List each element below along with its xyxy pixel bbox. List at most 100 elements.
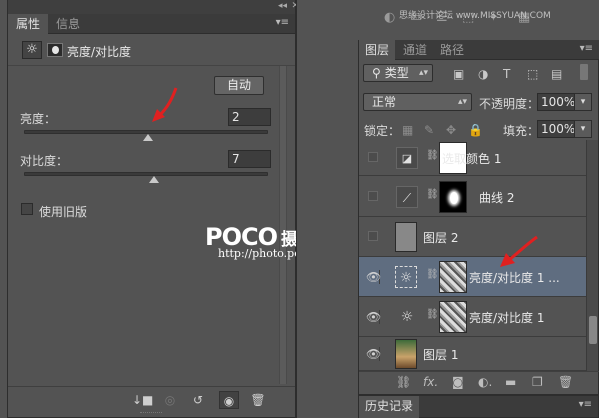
eye-icon[interactable]: 👁 [366,270,381,284]
filter-shape-icon[interactable]: ⬚ [527,67,538,81]
lock-all-icon[interactable]: 🔒 [468,123,483,137]
scrollbar-thumb[interactable] [589,316,597,344]
curves-icon: ⟋ [396,186,418,208]
resize-grip[interactable] [140,412,162,414]
opacity-label: 不透明度： [479,97,540,111]
properties-tabbar: 属性 信息 ▾≡ [8,14,295,34]
link-icon[interactable]: ⛓ [426,269,439,280]
adjustment-title: 亮度/对比度 [67,45,132,59]
tab-paths-label: 路径 [440,43,465,57]
layer-name[interactable]: 图层 1 [423,346,458,363]
fill-value: 100% [541,122,576,136]
filter-kind-label: 类型 [384,66,409,80]
link-icon[interactable]: ⛓ [426,150,439,161]
auto-button[interactable]: 自动 [214,76,264,95]
tab-info[interactable]: 信息 [48,14,88,34]
filter-adjustment-icon[interactable]: ◑ [478,67,488,81]
tab-channels[interactable]: 通道 [403,40,427,60]
contrast-value-field[interactable]: 7 [228,150,271,168]
new-group-icon[interactable]: ▬ [505,375,516,389]
visibility-icon[interactable]: ◉ [219,391,239,409]
layers-scrollbar[interactable] [586,140,598,371]
workspace-gap [296,0,358,418]
layer-row-selected[interactable]: 👁 ☼ ⛓ 亮度/对比度 1 ... [359,257,586,297]
layer-row[interactable]: ⟋ ⛓ 曲线 2 [359,177,586,217]
layer-row[interactable]: ◪ ⛓ 选取颜色 1 [359,138,586,176]
clip-to-layer-icon[interactable]: ↓■ [132,391,153,409]
layer-name[interactable]: 图层 2 [423,229,458,246]
chevron-down-icon[interactable]: ▾ [574,120,592,138]
tab-paths[interactable]: 路径 [440,40,464,60]
new-adjustment-icon[interactable]: ◐. [478,375,492,389]
layer-thumbnail[interactable] [395,222,417,252]
layer-name[interactable]: 选取颜色 1 [442,150,501,167]
tab-properties[interactable]: 属性 [8,14,49,34]
selective-color-icon: ◪ [396,147,418,169]
blend-mode-dropdown[interactable]: 正常 ▴▾ [363,93,472,111]
layer-mask-thumbnail[interactable] [439,261,467,293]
red-arrow-layer [500,235,538,267]
tab-layers[interactable]: 图层 [359,40,396,60]
link-layers-icon[interactable]: ⛓ [396,375,411,389]
layers-panel-menu-icon[interactable]: ▾≡ [580,43,593,54]
opacity-field[interactable]: 100% ▾ [537,93,592,111]
collapse-icon[interactable]: ◂◂ [278,0,287,12]
tab-info-label: 信息 [56,17,81,31]
tab-properties-label: 属性 [16,17,41,31]
filter-kind-dropdown[interactable]: ⚲ 类型 ▴▾ [363,64,433,82]
visibility-toggle[interactable] [368,231,378,241]
trash-icon[interactable]: 🗑 [558,375,573,389]
brightness-contrast-icon: ☼ [22,41,42,59]
layer-row[interactable]: 👁 图层 1 [359,337,586,371]
tab-history-label: 历史记录 [365,399,414,413]
fill-field[interactable]: 100% ▾ [537,120,592,138]
layer-mask-thumbnail[interactable] [439,181,467,213]
chevron-down-icon[interactable]: ▾ [574,93,592,111]
filter-smart-object-icon[interactable]: ▤ [551,67,562,81]
brightness-slider-thumb[interactable] [143,134,153,141]
contrast-slider-thumb[interactable] [149,176,159,183]
link-icon[interactable]: ⛓ [426,189,439,200]
layer-name[interactable]: 亮度/对比度 1 ... [469,269,560,286]
mask-icon[interactable] [47,43,63,57]
link-icon[interactable]: ⛓ [426,309,439,320]
history-panel-menu-icon[interactable]: ▾≡ [579,399,592,410]
eye-icon[interactable]: 👁 [366,310,381,324]
contrast-slider-track[interactable] [24,172,268,176]
legacy-checkbox[interactable] [21,203,33,215]
layer-row[interactable]: 图层 2 [359,217,586,257]
lock-transparent-icon[interactable]: ▦ [402,123,413,137]
trash-icon[interactable]: 🗑 [248,391,268,409]
panel-menu-icon[interactable]: ▾≡ [276,17,289,28]
contrast-label: 对比度： [20,154,69,168]
reset-icon[interactable]: ↺ [188,391,208,409]
lock-pixels-icon[interactable]: ✎ [424,123,434,137]
blend-mode-label: 正常 [372,95,397,109]
opacity-value: 100% [541,95,576,109]
visibility-toggle[interactable] [368,191,378,201]
visibility-toggle[interactable] [368,152,378,162]
search-icon: ⚲ [372,66,381,80]
add-mask-icon[interactable]: ◙ [452,375,464,389]
filter-type-icon[interactable]: T [503,67,510,81]
new-layer-icon[interactable]: ❐ [532,375,543,389]
filter-pixel-icon[interactable]: ▣ [453,67,464,81]
tab-history[interactable]: 历史记录 [359,396,420,418]
fill-label: 填充： [503,124,540,138]
brightness-label: 亮度： [20,112,57,126]
fx-icon[interactable]: fx. [423,375,438,389]
lock-position-icon[interactable]: ✥ [446,123,456,137]
layer-thumbnail[interactable] [395,339,417,369]
brightness-value-field[interactable]: 2 [228,108,271,126]
layer-row[interactable]: 👁 ☼ ⛓ 亮度/对比度 1 [359,297,586,337]
toolbar-icon-1[interactable]: ◐ [384,10,395,25]
tab-layers-label: 图层 [365,43,390,57]
layer-name[interactable]: 曲线 2 [479,189,514,206]
view-previous-icon[interactable]: ◎ [160,391,180,409]
panel-top-strip: ◂◂ ✕ [8,0,299,14]
eye-icon[interactable]: 👁 [366,347,381,361]
layer-mask-thumbnail[interactable] [439,301,467,333]
filter-toggle[interactable] [580,64,588,80]
layer-name[interactable]: 亮度/对比度 1 [469,309,545,326]
brightness-contrast-icon: ☼ [395,266,417,288]
